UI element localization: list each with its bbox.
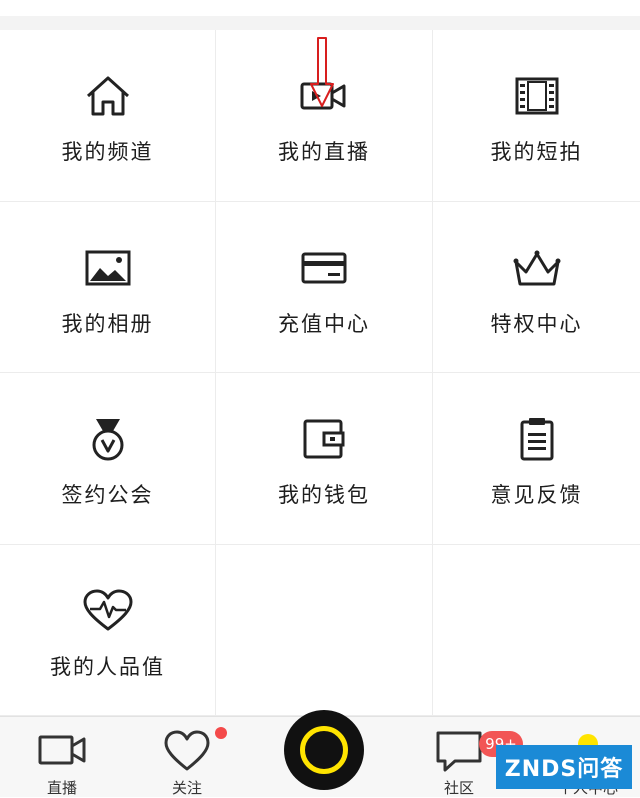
- grid-item-privilege-center[interactable]: 特权中心: [433, 201, 640, 373]
- follow-notification-dot: [215, 727, 227, 739]
- grid-item-label: 我的短拍: [490, 140, 583, 164]
- wallet-icon: [298, 417, 350, 461]
- grid-item-label: 我的频道: [61, 140, 154, 164]
- video-camera-icon: [38, 735, 86, 765]
- tab-label: 关注: [171, 779, 202, 797]
- record-button[interactable]: [284, 710, 364, 790]
- grid-item-signed-guild[interactable]: 签约公会: [0, 373, 216, 545]
- grid-item-my-credit-value[interactable]: 我的人品值: [0, 544, 216, 716]
- grid-item-my-album[interactable]: 我的相册: [0, 201, 216, 373]
- chat-bubble-icon: [436, 731, 482, 772]
- film-icon: [511, 74, 563, 118]
- grid-item-my-short-video[interactable]: 我的短拍: [433, 30, 640, 202]
- grid-item-my-wallet[interactable]: 我的钱包: [216, 373, 433, 545]
- crown-icon: [511, 246, 563, 290]
- home-icon: [82, 74, 134, 118]
- credit-card-icon: [298, 246, 350, 290]
- tab-follow[interactable]: 关注: [142, 729, 232, 798]
- grid-item-label: 意见反馈: [490, 483, 583, 507]
- section-gap: [0, 16, 640, 30]
- grid-item-label: 我的直播: [278, 140, 370, 164]
- grid-item-label: 充值中心: [278, 311, 370, 336]
- grid-item-my-channel[interactable]: 我的频道: [0, 30, 216, 202]
- medal-icon: [82, 417, 134, 461]
- red-arrow-icon: [309, 36, 335, 108]
- feature-grid: 我的频道 我的直播 我的短拍 我的相册 充值中心 特权中心 签约公会 我的钱包 …: [0, 30, 640, 716]
- heart-icon: [164, 730, 210, 771]
- tab-live[interactable]: 直播: [17, 729, 107, 798]
- top-strip: [0, 0, 640, 16]
- grid-item-label: 我的钱包: [278, 483, 370, 507]
- grid-item-label: 签约公会: [61, 483, 154, 507]
- record-button-icon: [300, 726, 348, 774]
- grid-item-label: 我的相册: [61, 311, 154, 336]
- grid-empty-cell: [216, 544, 433, 716]
- heartbeat-icon: [82, 589, 134, 633]
- grid-item-feedback[interactable]: 意见反馈: [433, 373, 640, 545]
- watermark-logo: ZNDS问答: [496, 745, 632, 789]
- photo-icon: [82, 246, 134, 290]
- clipboard-icon: [511, 417, 563, 461]
- grid-empty-cell: [433, 544, 640, 716]
- grid-item-label: 特权中心: [490, 311, 583, 336]
- grid-item-recharge-center[interactable]: 充值中心: [216, 201, 433, 373]
- tab-label: 社区: [443, 779, 474, 797]
- tab-label: 直播: [46, 779, 77, 797]
- grid-item-label: 我的人品值: [50, 654, 165, 679]
